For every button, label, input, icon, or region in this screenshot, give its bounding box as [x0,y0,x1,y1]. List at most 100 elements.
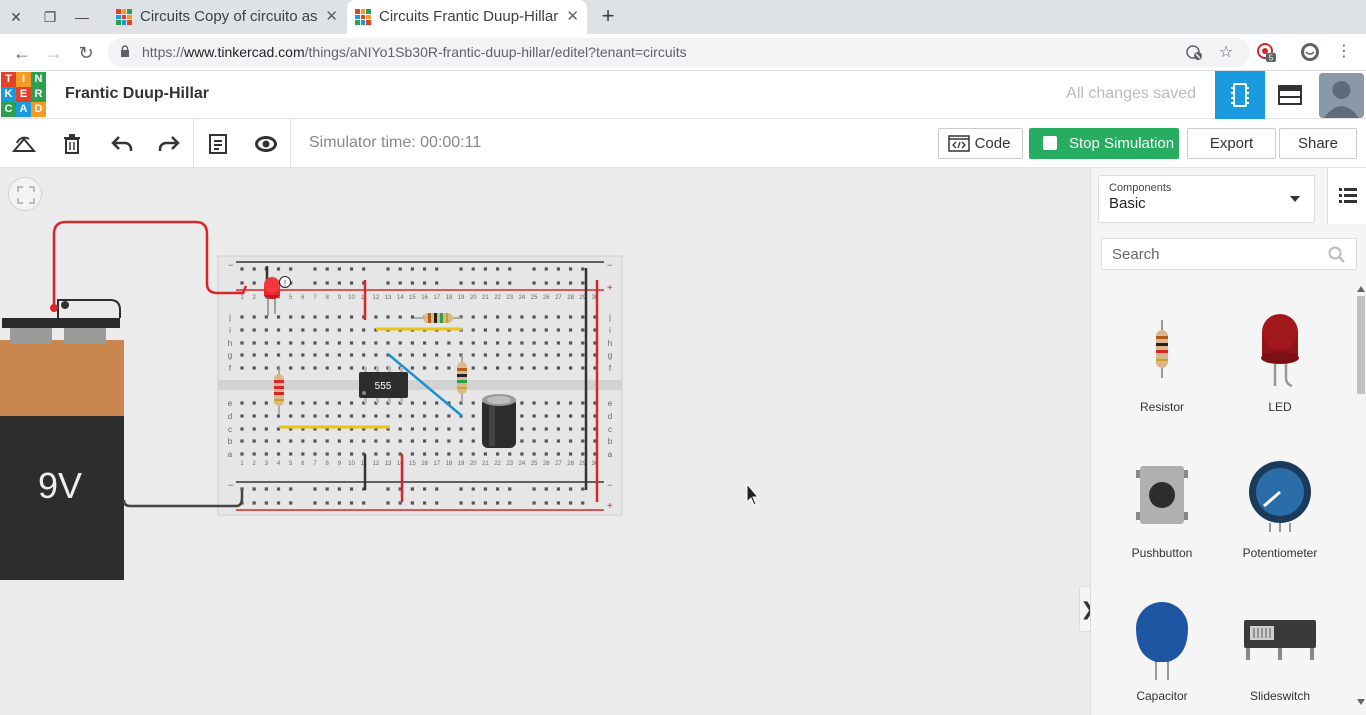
url-input[interactable]: https://www.tinkercad.com/things/aNIYo1S… [108,38,1250,67]
component-led[interactable]: LED [1220,298,1340,418]
menu-kebab-icon[interactable]: ⋮ [1334,42,1354,62]
breadboard-column-number: 13 [385,295,392,301]
new-tab-button[interactable]: + [596,5,620,29]
breadboard-row-letter: j [608,313,611,322]
svg-text:−: − [228,480,233,490]
profile-icon[interactable] [1300,42,1320,62]
code-button[interactable]: Code [938,128,1023,159]
blocked-cookie-icon[interactable] [1184,43,1204,63]
capacitor-icon [1136,602,1188,680]
breadboard-row-letter: c [228,425,232,434]
browser-tab-active[interactable]: Circuits Frantic Duup-Hillar ✕ [347,0,587,34]
tab-title: Circuits Frantic Duup-Hillar [379,8,559,25]
user-avatar-icon [1319,73,1364,118]
extension-icon[interactable]: 5 [1256,42,1276,63]
circuit-view-button[interactable] [1215,71,1265,119]
breadboard-column-number: 26 [543,295,550,301]
browser-tab-inactive[interactable]: Circuits Copy of circuito as ✕ [108,0,346,34]
tinkercad-logo[interactable]: T I N K E R C A D [1,72,46,117]
breadboard-column-number: 18 [446,295,453,301]
user-avatar[interactable] [1319,73,1364,118]
toolbar-divider [290,119,291,167]
wire-red-battery[interactable] [52,220,248,308]
breadboard-column-number: 27 [555,295,562,301]
url-text: https://www.tinkercad.com/things/aNIYo1S… [142,44,687,60]
scroll-down-icon[interactable] [1357,699,1365,705]
pushbutton-icon [1136,466,1188,524]
breadboard-column-number: 25 [531,461,538,467]
minimize-window-icon[interactable]: — [70,6,94,28]
slideswitch-icon [1244,620,1316,660]
editor-toolbar: Simulator time: 00:00:11 Code Stop Simul… [0,119,1366,168]
breadboard-row-letter: i [609,326,611,335]
list-icon [1339,188,1357,203]
tab-close-icon[interactable]: ✕ [566,0,579,34]
component-capacitor[interactable]: Capacitor [1102,588,1222,708]
delete-icon[interactable] [59,131,85,157]
component-pushbutton[interactable]: Pushbutton [1102,444,1222,564]
code-icon [948,135,970,152]
electrolytic-capacitor[interactable] [482,394,516,448]
breadboard-row-letter: g [228,351,232,360]
components-panel: Components Basic Resistor LED [1090,168,1366,715]
tab-close-icon[interactable]: ✕ [325,0,338,34]
breadboard-column-number: 21 [482,295,489,301]
stop-simulation-button[interactable]: Stop Simulation [1029,128,1179,159]
reload-icon[interactable]: ↻ [74,41,98,65]
export-button[interactable]: Export [1187,128,1276,159]
svg-text:+: + [607,283,613,294]
visibility-icon[interactable] [253,131,279,157]
breadboard-column-number: 26 [543,461,550,467]
battery-9v[interactable]: 9V [0,299,124,580]
breadboard-column-number: 12 [373,295,380,301]
project-name[interactable]: Frantic Duup-Hillar [65,71,209,117]
breadboard-row-letter: b [608,437,613,446]
chip-555[interactable]: 555 [359,367,408,403]
breadboard-row-letter: e [608,399,613,408]
panel-collapse-button[interactable]: ❯ [1079,586,1090,632]
mouse-cursor-icon [746,482,760,506]
breadboard-column-number: 15 [409,295,416,301]
breadboard-row-letter: a [608,450,613,459]
component-slideswitch[interactable]: Slideswitch [1220,588,1340,708]
restore-window-icon[interactable]: ❐ [38,6,62,28]
component-search-input[interactable] [1101,238,1357,270]
component-list-view-button[interactable] [1265,71,1315,119]
scroll-up-icon[interactable] [1357,286,1365,292]
close-window-icon[interactable]: ✕ [4,6,28,28]
search-icon[interactable] [1328,246,1346,264]
components-dropdown[interactable]: Components Basic [1098,175,1315,223]
forward-icon[interactable]: → [42,41,66,65]
breadboard-row-letter: a [228,450,233,459]
breadboard-view-icon [1231,83,1249,107]
tinkercad-favicon-icon [116,9,132,25]
potentiometer-icon [1249,461,1311,532]
breadboard-column-number: 17 [433,461,440,467]
circuit-canvas[interactable]: − − + − − + 1 1 2 2 3 3 4 4 5 5 6 6 7 7 8 8 9 9 10 10 11 11 12… [0,168,1090,715]
back-icon[interactable]: ← [10,41,34,65]
list-view-button[interactable] [1327,168,1366,224]
app-header: T I N K E R C A D Frantic Duup-Hillar Al… [0,71,1366,119]
component-potentiometer[interactable]: Potentiometer [1220,444,1340,564]
breadboard-column-number: 27 [555,461,562,467]
share-button[interactable]: Share [1279,128,1357,159]
breadboard-column-number: 28 [567,295,574,301]
breadboard-column-number: 15 [409,461,416,467]
undo-icon[interactable] [109,131,135,157]
table-icon [1278,85,1302,105]
battery-label: 9V [38,465,82,506]
rotate-icon[interactable] [11,131,37,157]
chip-label: 555 [375,381,392,392]
redo-icon[interactable] [156,131,182,157]
breadboard-row-letter: d [608,412,612,421]
notes-icon[interactable] [205,131,231,157]
browser-tab-bar: ✕ ❐ — Circuits Copy of circuito as ✕ Cir… [0,0,1366,34]
breadboard-column-number: 24 [519,295,526,301]
scrollbar-thumb[interactable] [1357,296,1365,394]
component-resistor[interactable]: Resistor [1102,298,1222,418]
breadboard-column-number: 16 [421,295,428,301]
svg-text:!: ! [284,279,286,288]
bookmark-star-icon[interactable]: ☆ [1216,43,1236,63]
lock-icon [121,45,129,57]
tab-title: Circuits Copy of circuito as [140,8,318,25]
